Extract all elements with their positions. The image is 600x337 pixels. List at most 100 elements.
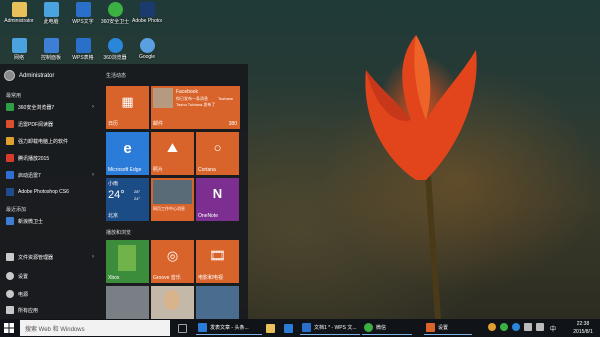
clock-time: 22:38 — [576, 321, 590, 327]
taskbar-app-wechat[interactable]: 微信 — [362, 321, 412, 335]
tile-news[interactable]: 网页工作中心消息 — [151, 178, 194, 221]
desktop-icon[interactable]: 网络 — [4, 38, 34, 61]
chrome-icon — [139, 38, 155, 53]
360-security-icon — [107, 2, 123, 17]
recently-added-label: 最近添加 — [6, 207, 27, 213]
file-explorer-icon — [6, 253, 14, 261]
desktop-icon[interactable]: 360安全卫士 — [100, 2, 130, 25]
wechat-icon — [364, 323, 373, 332]
app-item-pdf-reader[interactable]: 迅雷PDF阅读器 — [6, 119, 96, 129]
desktop-icon[interactable]: 360浏览器 — [100, 38, 130, 61]
desktop-icon[interactable]: Adobe Photoshop — [132, 2, 162, 24]
tile-group-label: 播放和浏览 — [106, 230, 132, 236]
pdf-reader-icon — [6, 120, 14, 128]
taskbar-app-edge[interactable]: 发表文章 - 头条... — [196, 321, 262, 335]
most-used-label: 最常用 — [6, 93, 22, 99]
network-icon[interactable] — [524, 323, 532, 331]
tile-calendar[interactable]: ▦ 日历 — [106, 86, 149, 129]
app-item-guard[interactable]: 新浪微卫士 — [6, 216, 96, 226]
tile-groove-music[interactable]: ◎ Groove 音乐 — [151, 240, 194, 283]
weather-temp: 24° — [108, 189, 125, 201]
photoshop-icon — [6, 188, 14, 196]
wps-writer-icon — [302, 323, 311, 332]
tray-app-icon[interactable] — [488, 323, 496, 331]
onenote-icon: N — [212, 186, 223, 201]
taskbar: 搜索 Web 和 Windows 发表文章 - 头条... 文档1 * - WP… — [0, 319, 600, 337]
system-tray — [488, 323, 544, 331]
app-item-photoshop[interactable]: Adobe Photoshop CS6 — [6, 187, 96, 197]
all-apps-icon — [6, 306, 14, 314]
desktop-icon[interactable]: 此电脑 — [36, 2, 66, 25]
task-view-icon — [178, 323, 187, 333]
groove-music-icon: ◎ — [166, 248, 179, 263]
taskbar-app-file-explorer[interactable] — [264, 321, 280, 335]
news-photo — [153, 180, 192, 204]
player-icon — [6, 154, 14, 162]
tile-movies-tv[interactable]: 🎞 电影和电视 — [196, 240, 239, 283]
input-method-indicator[interactable]: 中 — [550, 324, 556, 333]
minecraft-character-icon — [118, 245, 136, 271]
power-icon — [6, 290, 14, 298]
chevron-right-icon[interactable]: › — [92, 172, 94, 178]
tile-cortana[interactable]: ○ Cortana — [196, 132, 239, 175]
settings-icon — [6, 272, 14, 280]
network-icon — [11, 38, 27, 53]
chevron-right-icon[interactable]: › — [92, 104, 94, 110]
tile-photo-preview[interactable] — [196, 286, 239, 319]
tile-facebook[interactable]: Facebook 你已发布一条消息 Tasha Tubtana 发布了 Tosh… — [151, 86, 240, 129]
photoshop-icon — [139, 2, 155, 17]
person-photo — [164, 290, 180, 310]
photos-icon: ⛰ — [167, 140, 178, 155]
user-account[interactable]: Administrator — [4, 70, 54, 81]
weather-condition: 小雨 — [108, 181, 119, 187]
chevron-right-icon[interactable]: › — [92, 254, 94, 260]
tulip-flower — [365, 35, 477, 180]
folder-icon — [11, 2, 27, 17]
desktop-icon[interactable]: 控制面板 — [36, 38, 66, 61]
taskbar-app-settings[interactable]: 设置 — [424, 321, 472, 335]
cortana-icon: ○ — [213, 140, 222, 155]
wps-sheet-icon — [75, 38, 91, 53]
desktop-icon[interactable]: WPS文字 — [68, 2, 98, 25]
all-apps-button[interactable]: 所有应用 — [6, 305, 96, 315]
tile-minecraft[interactable]: Xbox — [106, 240, 149, 283]
taskbar-app-store[interactable] — [282, 321, 298, 335]
tile-weather[interactable]: 小雨 24° 28° 24° 北京 — [106, 178, 149, 221]
power-button[interactable]: 电源 — [6, 289, 96, 299]
tile-photo-preview[interactable] — [106, 286, 149, 319]
volume-icon[interactable] — [536, 323, 544, 331]
tray-app-icon[interactable] — [512, 323, 520, 331]
mail-count: 380 — [228, 121, 237, 127]
desktop-icon[interactable]: WPS表格 — [68, 38, 98, 61]
file-explorer-button[interactable]: 文件资源管理器 › — [6, 252, 96, 262]
task-view-button[interactable] — [176, 321, 194, 335]
tile-onenote[interactable]: N OneNote — [196, 178, 239, 221]
app-item-player[interactable]: 腾讯播放2015 — [6, 153, 96, 163]
taskbar-clock[interactable]: 22:38 2015/8/1 — [566, 320, 600, 336]
desktop-icon[interactable]: Google — [132, 38, 162, 60]
app-item-uninstaller[interactable]: 强力卸载电脑上的软件 — [6, 136, 96, 146]
360-browser-icon — [6, 103, 14, 111]
settings-icon — [426, 323, 435, 332]
clock-date: 2015/8/1 — [573, 329, 593, 335]
settings-button[interactable]: 设置 — [6, 271, 96, 281]
guard-icon — [6, 217, 14, 225]
edge-icon — [198, 323, 207, 332]
tile-photo-preview[interactable] — [151, 286, 194, 319]
app-item-360-browser[interactable]: 360安全浏览器7 › — [6, 102, 96, 112]
store-icon — [284, 323, 293, 333]
taskbar-app-wps-writer[interactable]: 文档1 * - WPS 文... — [300, 321, 360, 335]
app-item-thunder[interactable]: 启动迅雷7 › — [6, 170, 96, 180]
desktop-icon[interactable]: Administrator — [4, 2, 34, 24]
file-explorer-icon — [266, 323, 275, 333]
avatar — [4, 70, 15, 81]
start-menu: Administrator 最常用 360安全浏览器7 › 迅雷PDF阅读器 强力… — [0, 64, 248, 319]
tile-photos[interactable]: ⛰ 照片 — [151, 132, 194, 175]
computer-icon — [43, 2, 59, 17]
tile-microsoft-edge[interactable]: e Microsoft Edge — [106, 132, 149, 175]
windows-start-icon[interactable] — [4, 323, 14, 333]
tray-app-icon[interactable] — [500, 323, 508, 331]
facebook-profile-photo — [153, 88, 173, 108]
search-input[interactable]: 搜索 Web 和 Windows — [20, 320, 170, 336]
thunder-icon — [6, 171, 14, 179]
